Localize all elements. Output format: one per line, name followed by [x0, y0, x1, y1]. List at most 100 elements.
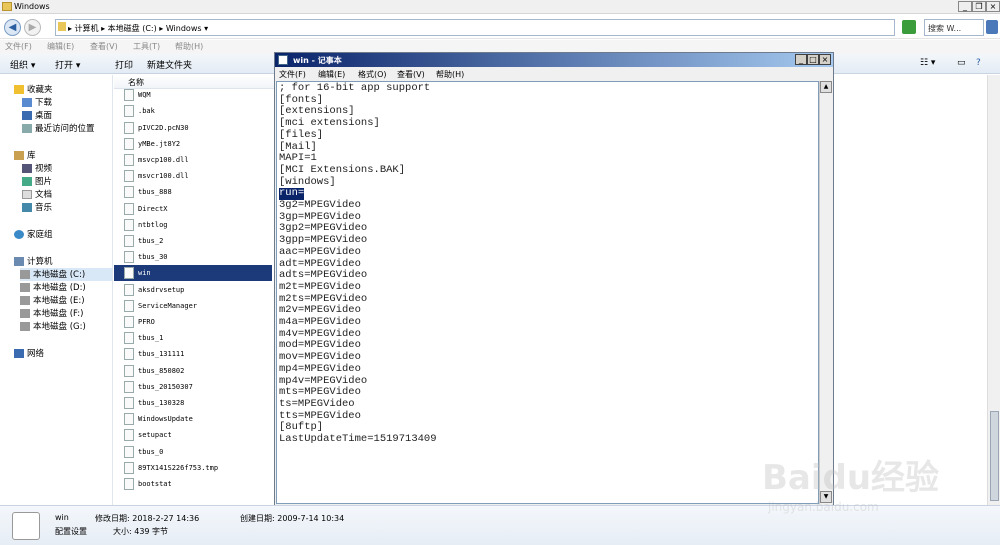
- file-name: tbus_888: [138, 188, 172, 197]
- nav-downloads[interactable]: 下载: [22, 96, 52, 109]
- nav-desktop[interactable]: 桌面: [22, 109, 52, 122]
- open-button[interactable]: 打开 ▾: [55, 58, 80, 71]
- nav-drive-d[interactable]: 本地磁盘 (D:): [20, 281, 86, 294]
- notepad-menu-file[interactable]: 文件(F): [279, 69, 306, 80]
- file-icon: [124, 283, 134, 296]
- nav-documents[interactable]: 文档: [22, 188, 52, 201]
- file-row[interactable]: WindowsUpdate: [124, 411, 274, 427]
- nav-drive-g[interactable]: 本地磁盘 (G:): [20, 320, 86, 333]
- file-row[interactable]: bootstat: [124, 476, 274, 492]
- file-icon: [124, 348, 134, 361]
- file-name: tbus_20150307: [138, 382, 193, 391]
- scrollbar-thumb[interactable]: [990, 411, 999, 501]
- forward-button[interactable]: ▶: [24, 19, 41, 36]
- nav-favorites[interactable]: 收藏夹: [14, 83, 53, 96]
- file-row-selected[interactable]: win: [114, 265, 272, 282]
- menu-file[interactable]: 文件(F): [5, 41, 32, 52]
- drive-icon: [20, 309, 30, 318]
- view-options-icon[interactable]: ☷ ▾: [920, 58, 935, 68]
- preview-pane-icon[interactable]: ▭: [957, 58, 966, 68]
- file-row[interactable]: msvcp100.dll: [124, 152, 274, 168]
- menu-help[interactable]: 帮助(H): [175, 41, 203, 52]
- file-icon: [124, 121, 134, 134]
- file-row[interactable]: ServiceManager: [124, 298, 274, 314]
- notepad-menu-help[interactable]: 帮助(H): [436, 69, 464, 80]
- notepad-menu-edit[interactable]: 编辑(E): [318, 69, 345, 80]
- folder-icon: [58, 22, 66, 31]
- video-icon: [22, 164, 32, 173]
- column-header-name[interactable]: 名称: [114, 75, 274, 89]
- menu-tools[interactable]: 工具(T): [133, 41, 160, 52]
- search-icon[interactable]: [986, 20, 998, 34]
- back-button[interactable]: ◀: [4, 19, 21, 36]
- nav-recent[interactable]: 最近访问的位置: [22, 122, 95, 135]
- file-icon: [124, 316, 134, 328]
- file-icon: [124, 235, 134, 247]
- notepad-menu-bar: 文件(F) 编辑(E) 格式(O) 查看(V) 帮助(H): [275, 67, 833, 81]
- watermark-url: jingyan.baidu.com: [768, 500, 879, 514]
- nav-libraries[interactable]: 库: [14, 149, 36, 162]
- details-file-type: 配置设置: [55, 527, 87, 536]
- nav-pictures[interactable]: 图片: [22, 175, 52, 188]
- file-row[interactable]: yMBe.jt8Y2: [124, 136, 274, 152]
- notepad-menu-format[interactable]: 格式(O): [358, 69, 387, 80]
- file-row[interactable]: tbus_30: [124, 249, 274, 265]
- homegroup-icon: [14, 230, 24, 239]
- new-folder-button[interactable]: 新建文件夹: [147, 58, 192, 71]
- nav-network[interactable]: 网络: [14, 347, 44, 360]
- nav-music[interactable]: 音乐: [22, 201, 52, 214]
- file-icon: [124, 478, 134, 490]
- menu-edit[interactable]: 编辑(E): [47, 41, 74, 52]
- file-row[interactable]: ntbtlog: [124, 217, 274, 233]
- notepad-minimize-button[interactable]: _: [795, 54, 807, 65]
- notepad-text-area[interactable]: ; for 16-bit app support [fonts] [extensio…: [276, 81, 819, 504]
- text-line: ; for 16-bit app support: [279, 82, 431, 94]
- drive-icon: [20, 322, 30, 331]
- help-icon[interactable]: ?: [976, 58, 981, 68]
- file-list-scrollbar[interactable]: [987, 75, 1000, 505]
- file-row[interactable]: tbus_1: [124, 330, 274, 346]
- nav-drive-c[interactable]: 本地磁盘 (C:): [20, 268, 112, 281]
- file-row[interactable]: pIVC2D.pcN30: [124, 120, 274, 136]
- file-row[interactable]: tbus_0: [124, 444, 274, 460]
- file-row[interactable]: .bak: [124, 103, 274, 119]
- close-button[interactable]: ×: [986, 1, 1000, 12]
- notepad-close-button[interactable]: ×: [819, 54, 831, 65]
- nav-computer[interactable]: 计算机: [14, 255, 53, 268]
- nav-videos[interactable]: 视频: [22, 162, 52, 175]
- file-row[interactable]: WQM: [124, 87, 274, 103]
- organize-button[interactable]: 组织 ▾: [10, 58, 35, 71]
- notepad-maximize-button[interactable]: □: [807, 54, 819, 65]
- file-row[interactable]: tbus_20150307: [124, 379, 274, 395]
- address-input[interactable]: ▸ 计算机 ▸ 本地磁盘 (C:) ▸ Windows ▾: [55, 19, 895, 36]
- print-button[interactable]: 打印: [115, 58, 133, 71]
- file-icon: [124, 251, 134, 264]
- file-row[interactable]: PFRO: [124, 314, 274, 330]
- file-name: .bak: [138, 107, 155, 116]
- scroll-up-arrow-icon[interactable]: ▲: [820, 81, 832, 93]
- file-row[interactable]: aksdrvsetup: [124, 282, 274, 298]
- file-row[interactable]: tbus_888: [124, 184, 274, 200]
- file-name: tbus_131111: [138, 350, 185, 359]
- file-row[interactable]: msvcr100.dll: [124, 168, 274, 184]
- refresh-icon[interactable]: [902, 20, 916, 34]
- restore-button[interactable]: ❐: [972, 1, 986, 12]
- menu-view[interactable]: 查看(V): [90, 41, 118, 52]
- file-row[interactable]: DirectX: [124, 201, 274, 217]
- file-row[interactable]: tbus_130328: [124, 395, 274, 411]
- file-row[interactable]: 89TX141S226f753.tmp: [124, 460, 274, 476]
- notepad-menu-view[interactable]: 查看(V): [397, 69, 425, 80]
- file-row[interactable]: tbus_131111: [124, 346, 274, 362]
- file-row[interactable]: tbus_2: [124, 233, 274, 249]
- file-icon: [124, 445, 134, 458]
- nav-drive-e[interactable]: 本地磁盘 (E:): [20, 294, 85, 307]
- minimize-button[interactable]: _: [958, 1, 972, 12]
- file-row[interactable]: tbus_850802: [124, 363, 274, 379]
- nav-homegroup[interactable]: 家庭组: [14, 228, 53, 241]
- file-name: msvcp100.dll: [138, 156, 189, 164]
- search-input[interactable]: 搜索 W...: [924, 19, 984, 36]
- nav-drive-f[interactable]: 本地磁盘 (F:): [20, 307, 83, 320]
- notepad-window: win - 记事本 _ □ × 文件(F) 编辑(E) 格式(O) 查看(V) …: [274, 52, 834, 506]
- file-row[interactable]: setupact: [124, 427, 274, 443]
- notepad-scrollbar[interactable]: ▲ ▼: [819, 81, 832, 504]
